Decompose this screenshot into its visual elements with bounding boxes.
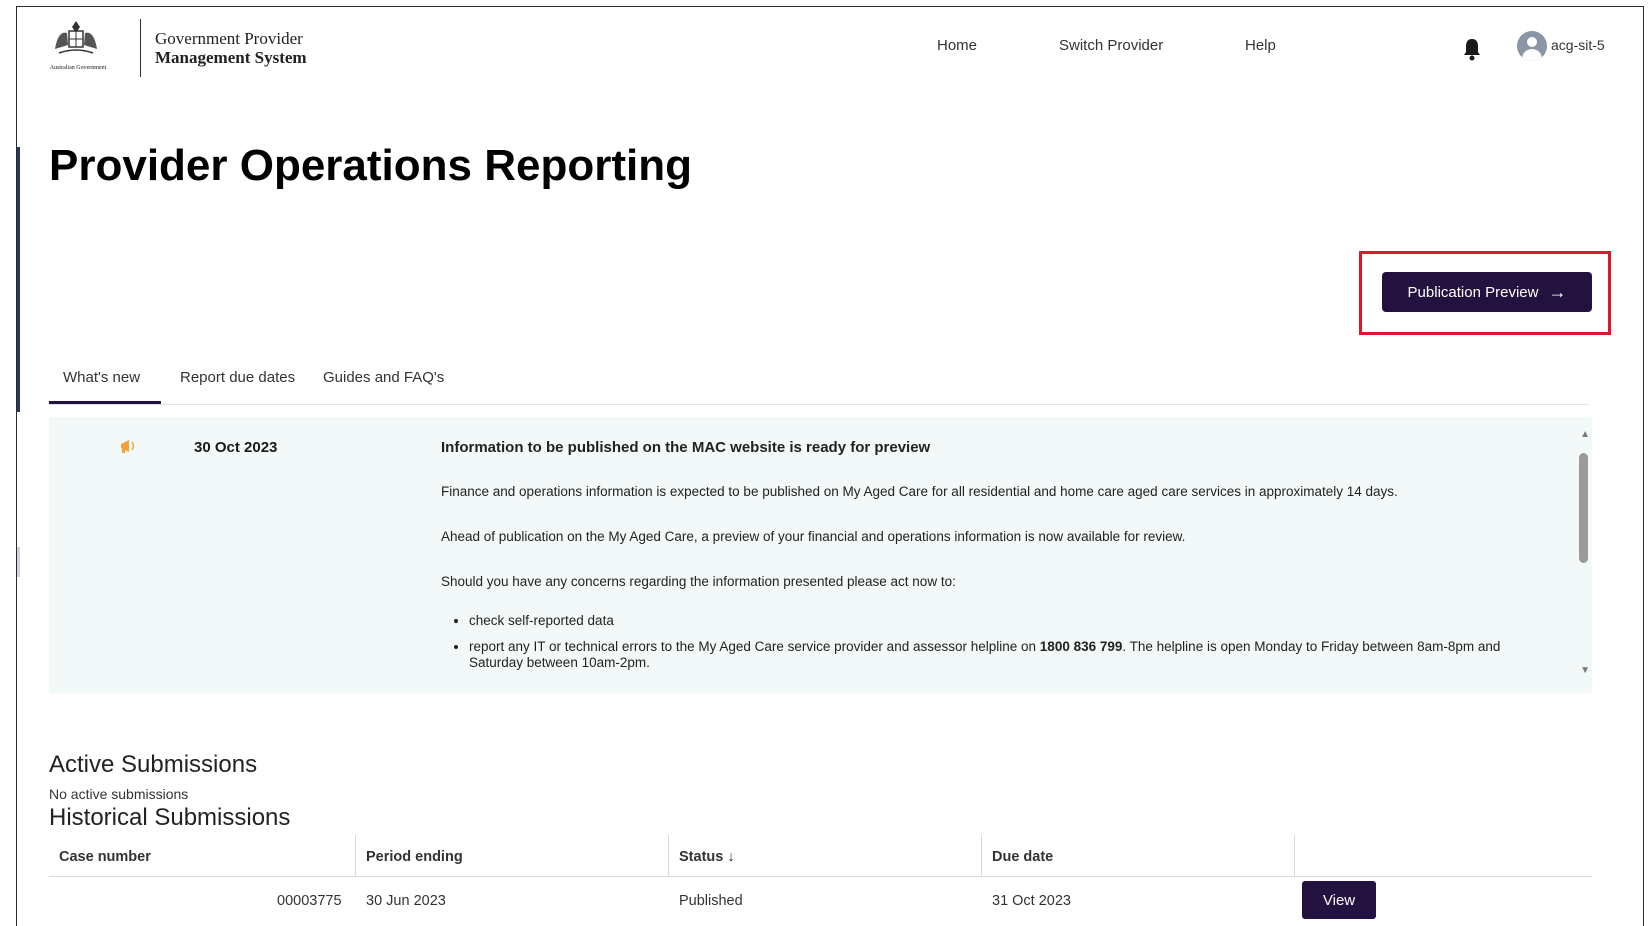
- nav-help-link[interactable]: Help: [1245, 37, 1276, 54]
- avatar-head: [1527, 37, 1537, 47]
- user-avatar-icon[interactable]: [1517, 31, 1547, 61]
- column-header-due-date[interactable]: Due date: [982, 835, 1053, 877]
- tab-report-due-dates[interactable]: Report due dates: [180, 369, 295, 386]
- news-bullet-list: check self-reported data report any IT o…: [441, 613, 1541, 671]
- column-separator: [1294, 835, 1295, 877]
- top-header: Australian Government Government Provide…: [17, 7, 1643, 89]
- helpline-phone: 1800 836 799: [1039, 639, 1123, 654]
- news-paragraph: Ahead of publication on the My Aged Care…: [441, 529, 1186, 544]
- news-date: 30 Oct 2023: [194, 439, 278, 456]
- scroll-up-icon[interactable]: ▲: [1580, 429, 1590, 440]
- app-window: Australian Government Government Provide…: [16, 6, 1644, 926]
- news-heading: Information to be published on the MAC w…: [441, 439, 931, 456]
- publication-preview-label: Publication Preview: [1407, 283, 1539, 301]
- nav-home-link[interactable]: Home: [937, 37, 977, 54]
- info-tabs: What's new Report due dates Guides and F…: [49, 359, 1589, 405]
- scroll-down-icon[interactable]: ▼: [1580, 665, 1590, 676]
- window-edge-bar: [17, 147, 20, 412]
- publication-preview-button[interactable]: Publication Preview →: [1382, 272, 1592, 312]
- column-header-case-number[interactable]: Case number: [49, 835, 151, 877]
- list-item: report any IT or technical errors to the…: [469, 639, 1541, 671]
- brand-title-line2: Management System: [155, 48, 307, 67]
- logo-caption: Australian Government: [49, 65, 107, 71]
- list-item-text: report any IT or technical errors to the…: [469, 639, 1040, 654]
- bell-icon[interactable]: [1461, 37, 1483, 61]
- page-title: Provider Operations Reporting: [49, 141, 692, 190]
- megaphone-icon-svg: [121, 440, 135, 453]
- cell-due-date: 31 Oct 2023: [992, 893, 1071, 909]
- scrollbar-thumb[interactable]: [1579, 453, 1588, 563]
- nav-switch-provider-link[interactable]: Switch Provider: [1059, 37, 1163, 54]
- megaphone-icon: [119, 437, 139, 460]
- username-label[interactable]: acg-sit-5: [1551, 37, 1605, 53]
- column-header-status[interactable]: Status ↓: [669, 835, 735, 877]
- coat-of-arms-icon: [55, 21, 97, 54]
- cell-case-number: 00003775: [277, 893, 342, 909]
- government-logo[interactable]: Australian Government: [33, 17, 119, 77]
- arrow-right-icon: →: [1548, 282, 1567, 302]
- cell-period-ending: 30 Jun 2023: [366, 893, 446, 909]
- historical-submissions-heading: Historical Submissions: [49, 804, 291, 831]
- news-paragraph: Should you have any concerns regarding t…: [441, 574, 956, 589]
- tab-whats-new[interactable]: What's new: [63, 369, 140, 386]
- active-tab-indicator: [49, 401, 161, 404]
- window-edge-mark: [17, 547, 20, 577]
- logo-divider: [140, 19, 141, 77]
- whats-new-panel[interactable]: 30 Oct 2023 Information to be published …: [49, 417, 1592, 693]
- brand-title-line1: Government Provider: [155, 29, 303, 48]
- column-header-period-ending[interactable]: Period ending: [356, 835, 463, 877]
- news-body: Information to be published on the MAC w…: [441, 439, 1541, 681]
- avatar-body: [1522, 49, 1542, 61]
- view-button[interactable]: View: [1302, 881, 1376, 919]
- no-active-submissions-text: No active submissions: [49, 786, 189, 802]
- news-paragraph: Finance and operations information is ex…: [441, 484, 1398, 499]
- tab-guides-faqs[interactable]: Guides and FAQ's: [323, 369, 444, 386]
- list-item: check self-reported data: [469, 613, 1541, 629]
- active-submissions-heading: Active Submissions: [49, 751, 258, 778]
- cell-status: Published: [679, 893, 743, 909]
- table-header: Case number Period ending Status ↓ Due d…: [49, 835, 1592, 877]
